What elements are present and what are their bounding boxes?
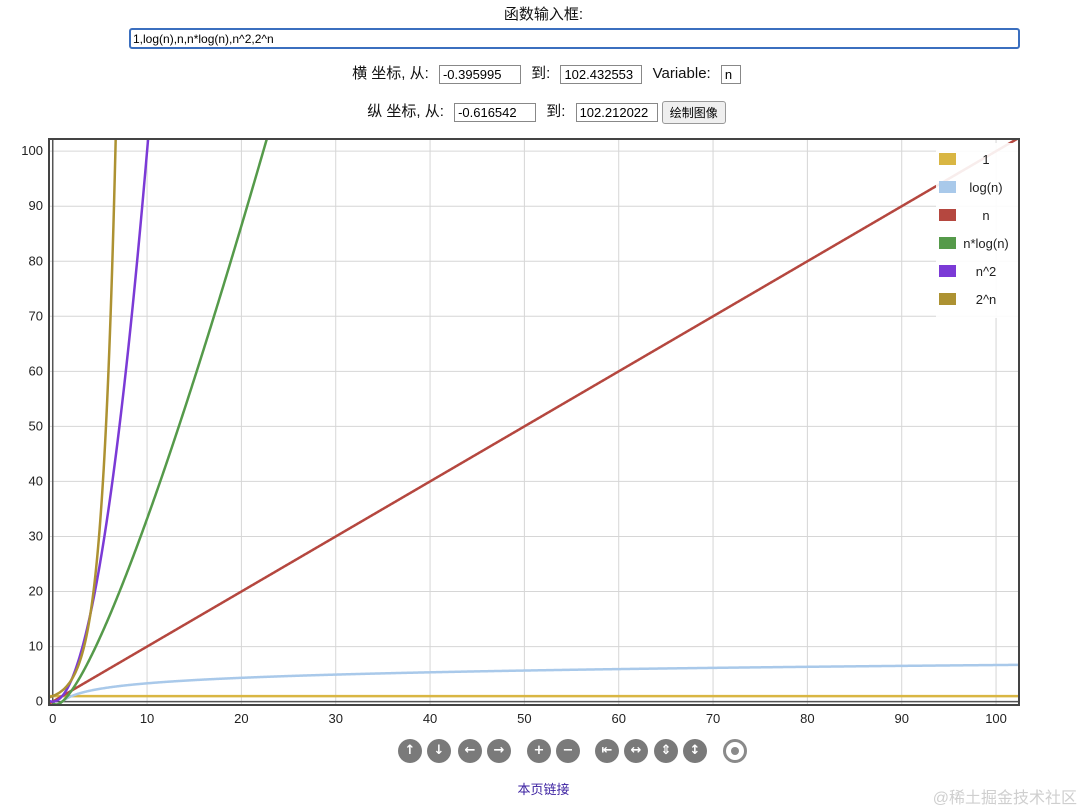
series-line-n*log(n) [52, 139, 269, 705]
legend-swatch [939, 293, 956, 305]
legend-swatch [939, 209, 956, 221]
x-tick-label: 80 [800, 711, 814, 726]
watermark: @稀土掘金技术社区 [932, 790, 1077, 807]
legend-label: n*log(n) [963, 236, 1009, 251]
x-tick-label: 40 [423, 711, 437, 726]
pan-up-icon[interactable]: ↑ [398, 739, 422, 763]
y-tick-label: 20 [29, 584, 43, 599]
legend-label: 2^n [976, 292, 997, 307]
zoom-y-in-icon[interactable]: ⇕ [654, 739, 678, 763]
reset-view-icon[interactable] [723, 739, 747, 763]
legend-swatch [939, 237, 956, 249]
function-plot[interactable]: 0 10 20 30 40 50 60 70 80 90 100 0 10 20 30 40 50 60 70 80 9… [0, 0, 1087, 735]
zoom-x-out-icon[interactable]: ↔ [624, 739, 648, 763]
y-tick-label: 10 [29, 639, 43, 654]
zoom-y-out-icon[interactable]: ↕ [683, 739, 707, 763]
pan-down-icon[interactable]: ↓ [427, 739, 451, 763]
legend-swatch [939, 181, 956, 193]
y-tick-label: 70 [29, 308, 43, 323]
legend-swatch [939, 265, 956, 277]
y-tick-label: 0 [36, 694, 43, 709]
legend-label: log(n) [969, 180, 1002, 195]
x-tick-label: 50 [517, 711, 531, 726]
pan-left-icon[interactable]: ← [458, 739, 482, 763]
legend-label: n^2 [976, 264, 997, 279]
x-tick-label: 60 [611, 711, 625, 726]
legend-label: n [982, 208, 989, 223]
x-tick-label: 0 [49, 711, 56, 726]
series-line-2^n [49, 139, 117, 699]
page-link[interactable]: 本页链接 [0, 779, 1087, 798]
legend-swatch [939, 153, 956, 165]
y-tick-label: 90 [29, 198, 43, 213]
legend-label: 1 [982, 152, 989, 167]
x-tick-label: 70 [706, 711, 720, 726]
y-tick-label: 80 [29, 253, 43, 268]
zoom-x-in-icon[interactable]: ⇤ [595, 739, 619, 763]
x-tick-label: 10 [140, 711, 154, 726]
x-tick-label: 20 [234, 711, 248, 726]
x-tick-label: 100 [985, 711, 1007, 726]
zoom-in-icon[interactable]: + [527, 739, 551, 763]
navigation-controls: ↑ ↓ ← → + − ⇤ ↔ ⇕ ↕ [0, 738, 1087, 766]
series-line-n [49, 139, 1019, 705]
x-tick-label: 90 [894, 711, 908, 726]
zoom-out-icon[interactable]: − [556, 739, 580, 763]
y-tick-label: 40 [29, 473, 43, 488]
y-tick-label: 60 [29, 363, 43, 378]
x-tick-label: 30 [328, 711, 342, 726]
series-line-n^2 [49, 139, 150, 703]
pan-right-icon[interactable]: → [487, 739, 511, 763]
y-tick-label: 30 [29, 528, 43, 543]
y-tick-label: 100 [21, 143, 43, 158]
y-tick-label: 50 [29, 418, 43, 433]
